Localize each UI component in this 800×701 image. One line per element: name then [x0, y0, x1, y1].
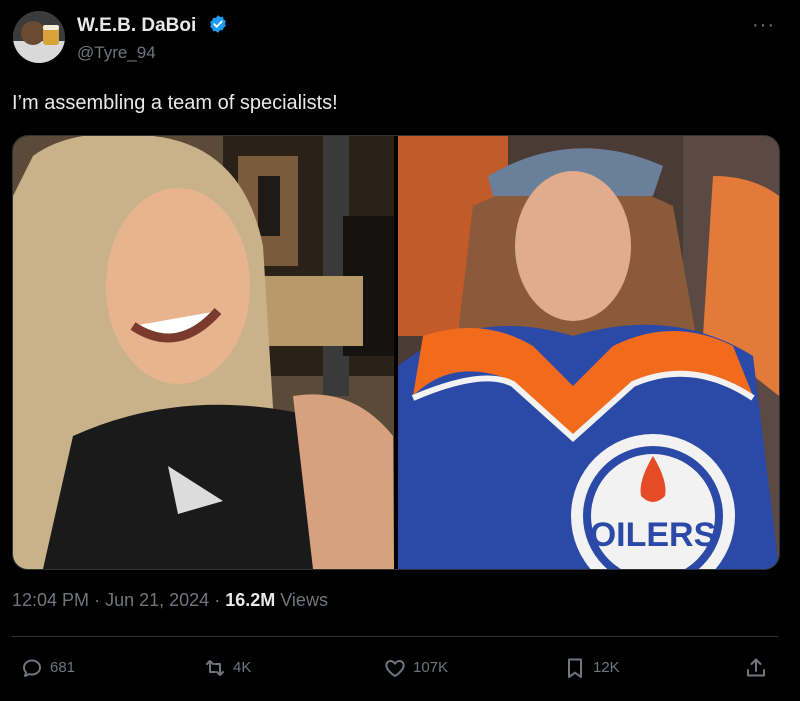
meta-separator: · [94, 590, 101, 610]
bookmark-count: 12K [593, 659, 620, 676]
repost-button[interactable]: 4K [203, 656, 251, 680]
bookmark-button[interactable]: 12K [563, 656, 620, 680]
meta-separator: · [214, 590, 221, 610]
divider [12, 636, 778, 637]
tweet-text: I’m assembling a team of specialists! [12, 92, 338, 114]
like-button[interactable]: 107K [383, 656, 448, 680]
share-button[interactable] [744, 656, 774, 680]
reply-count: 681 [50, 659, 76, 676]
author-name[interactable]: W.E.B. DaBoi [77, 14, 228, 37]
media-image-right[interactable]: OILERS [398, 136, 779, 569]
reply-icon [23, 659, 41, 677]
tweet-date[interactable]: Jun 21, 2024 [105, 590, 209, 610]
views-label: Views [280, 590, 328, 610]
repost-icon [206, 660, 224, 676]
repost-count: 4K [233, 659, 252, 676]
tweet-media[interactable]: OILERS [12, 135, 780, 570]
share-icon [747, 658, 765, 677]
bookmark-icon [568, 658, 582, 678]
heart-icon [385, 660, 405, 677]
verified-badge-icon [209, 15, 226, 33]
views-count: 16.2M [225, 590, 276, 610]
media-image-left[interactable] [13, 136, 394, 569]
author-name-text[interactable]: W.E.B. DaBoi [77, 15, 196, 36]
tweet-meta: 12:04 PM · Jun 21, 2024 · 16.2M Views [12, 590, 328, 611]
reply-button[interactable]: 681 [20, 656, 75, 680]
jersey-logo-text: OILERS [590, 516, 717, 554]
more-options-icon[interactable]: ··· [752, 14, 775, 37]
author-handle[interactable]: @Tyre_94 [77, 43, 156, 63]
like-count: 107K [413, 659, 449, 676]
tweet-time[interactable]: 12:04 PM [12, 590, 89, 610]
avatar[interactable] [13, 11, 65, 63]
